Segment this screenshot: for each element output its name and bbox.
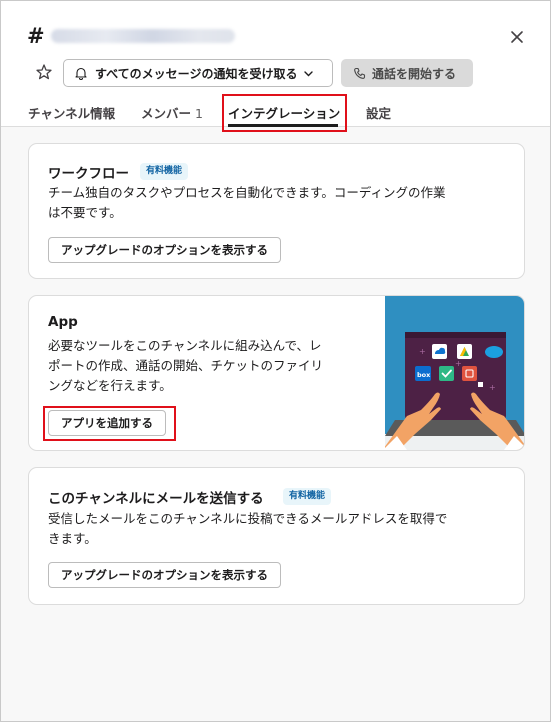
- bell-icon: [75, 67, 87, 80]
- start-call-button[interactable]: 通話を開始する: [341, 59, 473, 87]
- paid-feature-badge: 有料機能: [140, 163, 189, 180]
- tab-label: チャンネル情報: [28, 106, 116, 121]
- close-icon: [511, 31, 523, 43]
- workflow-card: ワークフロー 有料機能 チーム独自のタスクやプロセスを自動化できます。コーディン…: [28, 143, 525, 279]
- app-title: App: [48, 314, 78, 330]
- svg-text:+: +: [419, 347, 426, 356]
- description-line: ポートの作成、通話の開始、チケットのファイリ: [48, 358, 324, 373]
- box-logo-text: box: [417, 371, 431, 379]
- tab-members[interactable]: メンバー 1: [141, 103, 203, 122]
- email-card: このチャンネルにメールを送信する 有料機能 受信したメールをこのチャンネルに投稿…: [28, 467, 525, 605]
- workflow-description: チーム独自のタスクやプロセスを自動化できます。コーディングの作業 は不要です。: [48, 183, 446, 223]
- channel-details-dialog: # すべてのメッセージの通知を受け取る 通話を開始する チャンネル情報 メンバー…: [0, 0, 551, 722]
- workflow-title: ワークフロー: [48, 166, 129, 182]
- notification-settings-button[interactable]: すべてのメッセージの通知を受け取る: [63, 59, 333, 87]
- paid-feature-badge: 有料機能: [283, 488, 332, 505]
- highlight-box-tab: [222, 94, 347, 132]
- email-upgrade-options-button[interactable]: アップグレードのオプションを表示する: [48, 562, 281, 588]
- description-line: 必要なツールをこのチャンネルに組み込んで、レ: [48, 338, 322, 353]
- app-description: 必要なツールをこのチャンネルに組み込んで、レ ポートの作成、通話の開始、チケット…: [48, 336, 323, 396]
- tab-label: メンバー: [141, 106, 192, 121]
- workflow-upgrade-options-button[interactable]: アップグレードのオプションを表示する: [48, 237, 281, 263]
- notification-settings-label: すべてのメッセージの通知を受け取る: [95, 66, 298, 81]
- tab-settings[interactable]: 設定: [366, 103, 391, 122]
- member-count: 1: [195, 106, 203, 121]
- channel-hash: #: [27, 24, 45, 48]
- svg-text:+: +: [455, 359, 462, 368]
- email-title: このチャンネルにメールを送信する: [48, 491, 264, 507]
- description-line: 受信したメールをこのチャンネルに投稿できるメールアドレスを取得で: [48, 511, 448, 526]
- app-integration-illustration: + + + box: [385, 296, 524, 450]
- description-line: チーム独自のタスクやプロセスを自動化できます。コーディングの作業: [48, 185, 446, 200]
- star-button[interactable]: [35, 63, 53, 81]
- description-line: きます。: [48, 531, 97, 546]
- description-line: ングなどを行えます。: [48, 378, 172, 393]
- email-description: 受信したメールをこのチャンネルに投稿できるメールアドレスを取得で きます。: [48, 509, 447, 549]
- star-icon: [36, 64, 52, 80]
- tab-label: 設定: [366, 106, 392, 121]
- channel-title: #: [27, 25, 235, 47]
- highlight-box-add-app: [43, 406, 176, 441]
- phone-icon: [354, 67, 366, 79]
- start-call-label: 通話を開始する: [372, 66, 457, 81]
- channel-name-blurred: [50, 29, 235, 43]
- close-button[interactable]: [507, 27, 527, 47]
- tab-channel-info[interactable]: チャンネル情報: [28, 103, 115, 122]
- chevron-down-icon: [304, 70, 314, 76]
- description-line: は不要です。: [48, 205, 122, 220]
- svg-text:+: +: [489, 383, 496, 392]
